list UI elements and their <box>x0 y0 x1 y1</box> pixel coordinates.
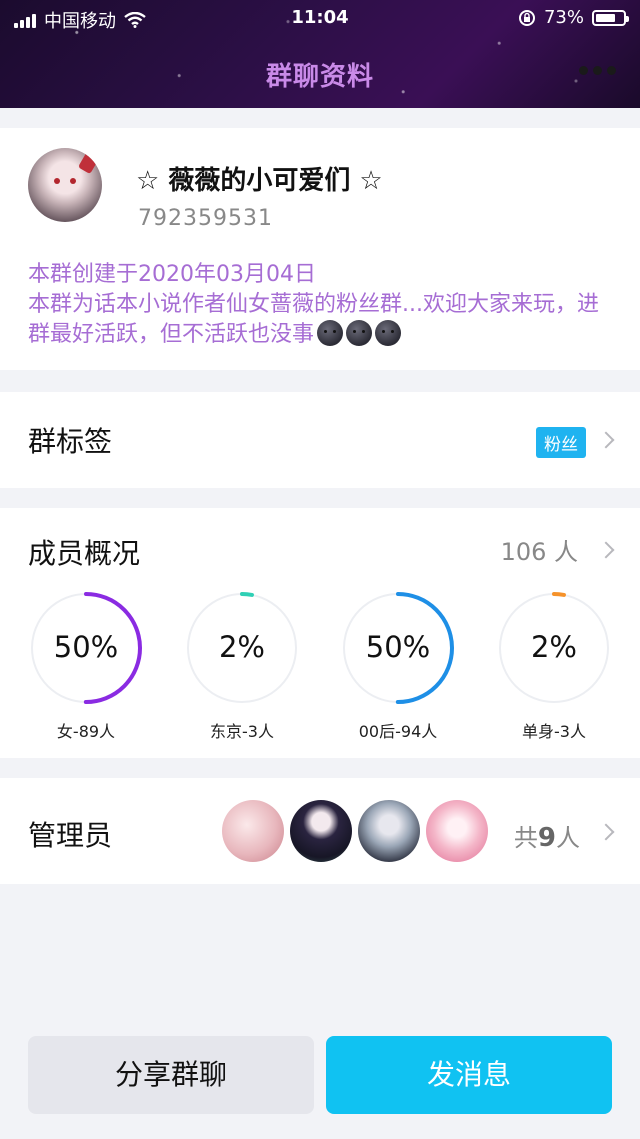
admin-avatar[interactable] <box>222 800 284 862</box>
status-bar: 中国移动 11:04 73% <box>0 6 640 34</box>
admins-title: 管理员 <box>28 819 113 852</box>
group-avatar[interactable] <box>28 148 102 222</box>
more-options-icon[interactable] <box>579 66 616 75</box>
header-bar: 中国移动 11:04 73% 群聊资料 <box>0 0 640 108</box>
page-title: 群聊资料 <box>265 62 374 92</box>
group-id: 792359531 <box>138 206 273 231</box>
member-stat-label: 00后-94人 <box>358 722 438 741</box>
admin-avatar[interactable] <box>290 800 352 862</box>
group-created-date: 本群创建于2020年03月04日 <box>28 262 316 287</box>
member-stat-percent: 2% <box>530 630 577 664</box>
battery-icon <box>592 9 629 26</box>
member-stat-ring: 2% <box>186 592 298 704</box>
rotation-lock-icon <box>518 9 535 26</box>
member-stat-ring: 50% <box>342 592 454 704</box>
bottom-action-bar: 分享群聊 发消息 <box>0 1010 640 1139</box>
chevron-right-icon <box>597 431 615 449</box>
chevron-right-icon <box>597 823 615 841</box>
moon-emoji-icon <box>375 320 402 346</box>
member-stat-percent: 2% <box>218 630 265 664</box>
member-stat-label: 东京-3人 <box>210 722 274 741</box>
group-tags-row[interactable]: 群标签 粉丝 <box>0 392 640 488</box>
admin-avatar[interactable] <box>426 800 488 862</box>
member-stat-ring: 50% <box>30 592 142 704</box>
admin-count: 共9人 <box>513 823 580 853</box>
group-description: 本群创建于2020年03月04日 本群为话本小说作者仙女蔷薇的粉丝群...欢迎大… <box>28 260 612 350</box>
moon-emoji-icon <box>346 320 373 346</box>
member-stat-percent: 50% <box>53 630 119 664</box>
admin-avatar[interactable] <box>358 800 420 862</box>
send-message-button[interactable]: 发消息 <box>326 1036 612 1114</box>
group-intro-text: 本群为话本小说作者仙女蔷薇的粉丝群...欢迎大家来玩，进群最好活跃，但不活跃也没… <box>28 292 599 347</box>
member-stat-label: 单身-3人 <box>522 722 586 741</box>
member-stat-percent: 50% <box>365 630 431 664</box>
group-tags-title: 群标签 <box>28 425 113 458</box>
group-name: ☆ 薇薇的小可爱们 ☆ <box>136 166 383 196</box>
member-count: 106 人 <box>500 538 578 566</box>
share-group-button[interactable]: 分享群聊 <box>28 1036 314 1114</box>
tag-badge: 粉丝 <box>536 427 586 458</box>
member-overview-title: 成员概况 <box>28 537 141 570</box>
member-stat-label: 女-89人 <box>56 722 116 741</box>
member-stat-ring: 2% <box>498 592 610 704</box>
chevron-right-icon <box>597 541 615 559</box>
group-info-card[interactable]: ☆ 薇薇的小可爱们 ☆ 792359531 本群创建于2020年03月04日 本… <box>0 128 640 370</box>
battery-percent: 73% <box>543 7 584 28</box>
member-overview-card[interactable]: 成员概况 106 人 50% 女-89人 2% 东京-3人 50% 00后-94人 2% 单身… <box>0 508 640 758</box>
moon-emoji-icon <box>317 320 344 346</box>
admins-row[interactable]: 管理员 共9人 <box>0 778 640 884</box>
